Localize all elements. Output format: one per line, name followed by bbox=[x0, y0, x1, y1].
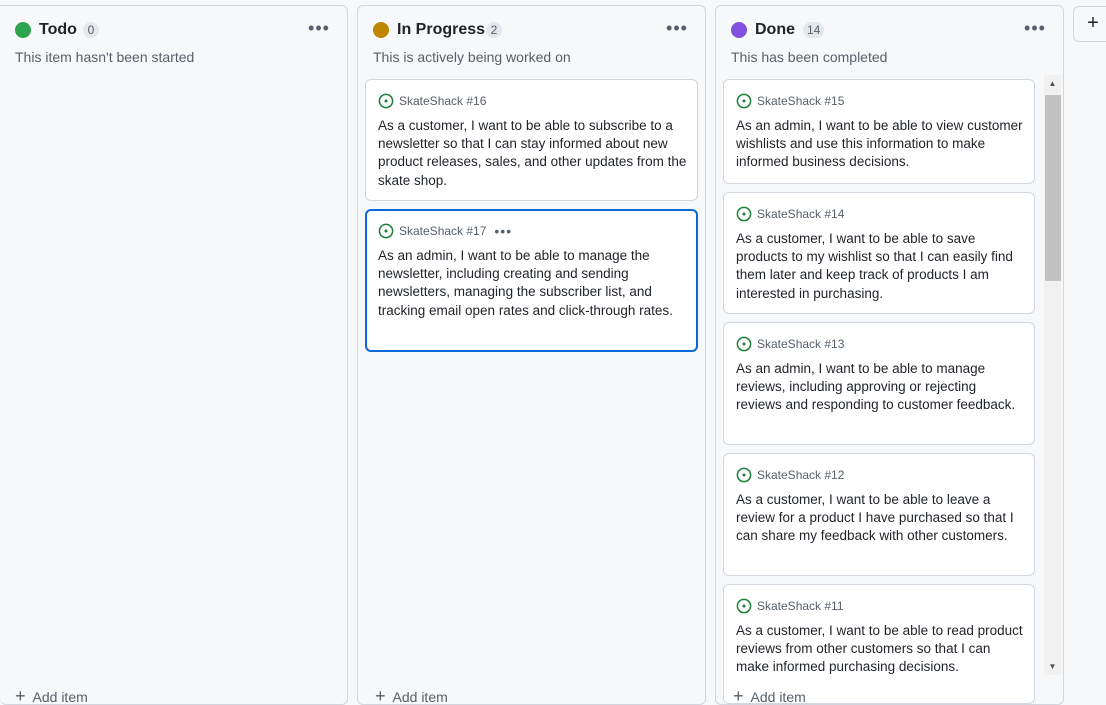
issue-reference-link[interactable]: SkateShack #14 bbox=[757, 206, 844, 222]
issue-card[interactable]: SkateShack #14 As a customer, I want to … bbox=[723, 192, 1035, 314]
card-meta: SkateShack #16 bbox=[378, 92, 486, 110]
scroll-up-arrow-icon[interactable]: ▲ bbox=[1044, 75, 1061, 92]
column-menu-icon[interactable]: ••• bbox=[664, 18, 690, 40]
card-title: As an admin, I want to be able to manage… bbox=[736, 361, 1016, 413]
card-title: As a customer, I want to be able to subs… bbox=[378, 118, 687, 188]
card-title: As a customer, I want to be able to save… bbox=[736, 231, 1013, 301]
scroll-down-arrow-icon[interactable]: ▼ bbox=[1044, 658, 1061, 675]
issue-reference-link[interactable]: SkateShack #11 bbox=[757, 598, 844, 614]
issue-card[interactable]: SkateShack #15 As an admin, I want to be… bbox=[723, 79, 1035, 184]
add-item-label: Add item bbox=[32, 689, 88, 705]
card-title: As an admin, I want to be able to manage… bbox=[378, 248, 673, 318]
card-meta: SkateShack #11 bbox=[736, 597, 844, 615]
issue-reference-link[interactable]: SkateShack #17 bbox=[399, 223, 486, 239]
issue-card[interactable]: SkateShack #17 ••• As an admin, I want t… bbox=[365, 209, 698, 352]
add-item-button[interactable]: + Add item bbox=[375, 686, 448, 705]
issue-open-icon bbox=[736, 598, 752, 614]
issue-reference-link[interactable]: SkateShack #12 bbox=[757, 467, 844, 483]
issue-open-icon bbox=[736, 206, 752, 222]
issue-open-icon bbox=[736, 93, 752, 109]
column-menu-icon[interactable]: ••• bbox=[306, 18, 332, 40]
card-meta: SkateShack #15 bbox=[736, 92, 844, 110]
status-dot bbox=[373, 22, 389, 38]
column-count-badge: 2 bbox=[486, 22, 502, 38]
add-item-label: Add item bbox=[750, 689, 806, 705]
column-done: Done 14 ••• This has been completed Skat… bbox=[715, 5, 1064, 705]
status-dot bbox=[731, 22, 747, 38]
column-header: Todo 0 ••• bbox=[0, 6, 347, 50]
plus-icon: + bbox=[375, 686, 386, 705]
column-title: Done bbox=[755, 21, 795, 38]
issue-open-icon bbox=[378, 93, 394, 109]
card-title: As a customer, I want to be able to read… bbox=[736, 623, 1023, 675]
issue-open-icon bbox=[736, 336, 752, 352]
done-column-scrollbar[interactable]: ▲ ▼ bbox=[1044, 75, 1061, 675]
add-item-button[interactable]: + Add item bbox=[733, 686, 806, 705]
card-meta: SkateShack #17 ••• bbox=[378, 222, 512, 240]
issue-reference-link[interactable]: SkateShack #13 bbox=[757, 336, 844, 352]
column-title: Todo bbox=[39, 21, 77, 38]
column-description: This is actively being worked on bbox=[373, 49, 571, 65]
column-menu-icon[interactable]: ••• bbox=[1022, 18, 1048, 40]
column-count-badge: 14 bbox=[803, 22, 825, 38]
column-description: This item hasn't been started bbox=[15, 49, 195, 65]
add-column-button[interactable]: + bbox=[1073, 6, 1106, 42]
add-item-button[interactable]: + Add item bbox=[15, 686, 88, 705]
column-description: This has been completed bbox=[731, 49, 888, 65]
status-dot bbox=[15, 22, 31, 38]
card-meta: SkateShack #13 bbox=[736, 335, 844, 353]
scrollbar-thumb[interactable] bbox=[1045, 95, 1061, 281]
column-header: Done 14 ••• bbox=[716, 6, 1063, 50]
column-todo: Todo 0 ••• This item hasn't been started… bbox=[0, 5, 348, 705]
card-menu-icon[interactable]: ••• bbox=[494, 224, 512, 238]
add-item-label: Add item bbox=[392, 689, 448, 705]
issue-open-icon bbox=[378, 223, 394, 239]
issue-card[interactable]: SkateShack #12 As a customer, I want to … bbox=[723, 453, 1035, 576]
card-title: As an admin, I want to be able to view c… bbox=[736, 118, 1023, 170]
issue-reference-link[interactable]: SkateShack #15 bbox=[757, 93, 844, 109]
column-title: In Progress bbox=[397, 21, 486, 38]
issue-reference-link[interactable]: SkateShack #16 bbox=[399, 93, 486, 109]
issue-card[interactable]: SkateShack #16 As a customer, I want to … bbox=[365, 79, 698, 201]
issue-card[interactable]: SkateShack #13 As an admin, I want to be… bbox=[723, 322, 1035, 445]
column-in-progress: In Progress 2 ••• This is actively being… bbox=[357, 5, 706, 705]
issue-open-icon bbox=[736, 467, 752, 483]
plus-icon: + bbox=[733, 686, 744, 705]
plus-icon: + bbox=[15, 686, 26, 705]
card-meta: SkateShack #14 bbox=[736, 205, 844, 223]
card-title: As a customer, I want to be able to leav… bbox=[736, 492, 1014, 544]
card-meta: SkateShack #12 bbox=[736, 466, 844, 484]
column-count-badge: 0 bbox=[83, 22, 99, 38]
column-header: In Progress 2 ••• bbox=[358, 6, 705, 50]
